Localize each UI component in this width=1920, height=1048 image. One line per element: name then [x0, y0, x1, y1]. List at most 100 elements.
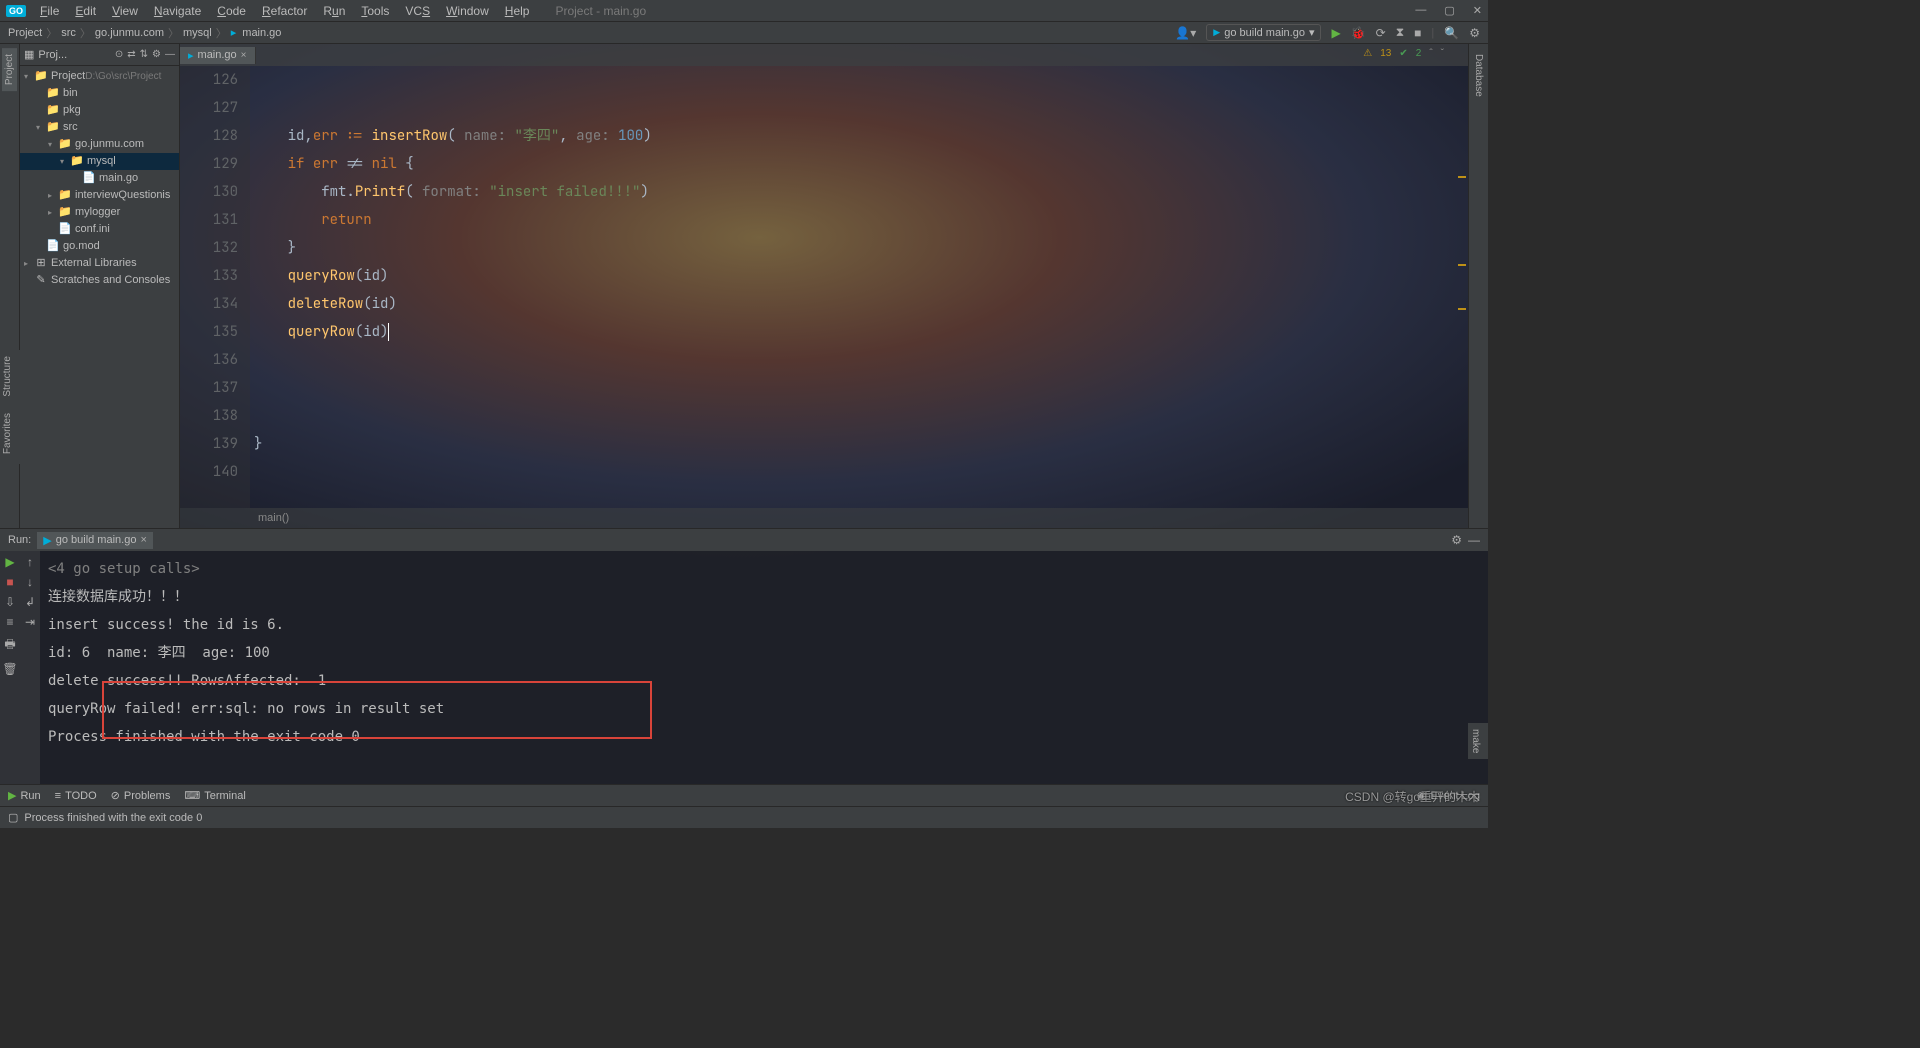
gear-icon[interactable]: ⚙ [1451, 533, 1462, 547]
run-bottom-tab[interactable]: ▶Run [8, 789, 41, 802]
tree-row[interactable]: ▾📁src [20, 119, 179, 136]
coverage-button[interactable]: ⟳ [1376, 26, 1386, 40]
editor-breadcrumb[interactable]: main() [180, 508, 1468, 528]
tree-row[interactable]: ▸⊞External Libraries [20, 255, 179, 272]
up-icon[interactable]: ↑ [27, 555, 33, 569]
check-icon: ✔ [1399, 48, 1407, 59]
menu-help[interactable]: Help [499, 2, 536, 20]
tree-row[interactable]: ▾📁mysql [20, 153, 179, 170]
menu-navigate[interactable]: Navigate [148, 2, 207, 20]
tree-row[interactable]: 📁pkg [20, 102, 179, 119]
terminal-bottom-tab[interactable]: ⌨Terminal [184, 789, 245, 802]
tree-row[interactable]: 📄main.go [20, 170, 179, 187]
breadcrumb: Project〉 src〉 go.junmu.com〉 mysql〉 ▸ mai… [8, 25, 281, 41]
search-icon[interactable]: 🔍 [1444, 26, 1459, 40]
tree-row[interactable]: ▸📁interviewQuestionis [20, 187, 179, 204]
favorites-tool-tab[interactable]: Favorites [0, 407, 15, 460]
menu-view[interactable]: View [106, 2, 144, 20]
hide-icon[interactable]: — [1468, 533, 1480, 547]
tree-row[interactable]: ▸📁mylogger [20, 204, 179, 221]
run-tab[interactable]: ▶ go build main.go × [37, 532, 153, 549]
go-run-icon: ▶ [1213, 27, 1220, 38]
project-icon: ▦ [24, 48, 34, 61]
close-icon[interactable]: × [241, 50, 247, 61]
select-opened-icon[interactable]: ⊙ [115, 49, 123, 60]
inspections-widget[interactable]: ⚠ 13 ✔ 2 ˆ ˇ [1363, 48, 1444, 59]
menu-file[interactable]: File [34, 2, 65, 20]
menu-edit[interactable]: Edit [69, 2, 102, 20]
structure-tool-tab[interactable]: Structure [0, 350, 15, 403]
project-panel: ▦ Proj... ⊙ ⇄ ⇅ ⚙ — ▾📁Project D:\Go\src\… [20, 44, 180, 528]
project-title: Proj... [38, 49, 110, 61]
run-button[interactable]: ▶ [1331, 26, 1340, 40]
menu-code[interactable]: Code [211, 2, 252, 20]
tree-row[interactable]: 📄conf.ini [20, 221, 179, 238]
project-tool-tab[interactable]: Project [2, 48, 17, 91]
breadcrumb-item[interactable]: main.go [242, 27, 281, 39]
console-output[interactable]: <4 go setup calls>连接数据库成功！！！insert succe… [40, 551, 1488, 784]
chevron-down-icon: ▾ [1309, 26, 1315, 39]
editor-tab[interactable]: ▸ main.go × [180, 47, 256, 64]
pause-icon[interactable]: ⇩ [5, 595, 15, 609]
trash-icon[interactable]: 🗑 [2, 662, 17, 676]
rerun-button[interactable]: ▶ [5, 555, 14, 569]
breadcrumb-item[interactable]: mysql [183, 27, 212, 39]
go-file-icon: ▸ [188, 49, 194, 62]
stop-button[interactable]: ■ [6, 575, 13, 589]
menu-run[interactable]: Run [317, 2, 351, 20]
scroll-icon[interactable]: ⇥ [25, 615, 35, 629]
tree-row[interactable]: ✎Scratches and Consoles [20, 272, 179, 289]
expand-icon[interactable]: ⇄ [127, 49, 135, 60]
breadcrumb-item[interactable]: go.junmu.com [95, 27, 164, 39]
error-stripe[interactable] [1454, 66, 1466, 506]
problems-bottom-tab[interactable]: ⊘Problems [111, 789, 171, 802]
pass-count: 2 [1416, 48, 1422, 59]
stop-button[interactable]: ■ [1414, 26, 1421, 40]
maximize-button[interactable]: ▢ [1444, 4, 1454, 17]
down-icon[interactable]: ↓ [27, 575, 33, 589]
project-tree[interactable]: ▾📁Project D:\Go\src\Project📁bin📁pkg▾📁src… [20, 66, 179, 528]
menu-vcs[interactable]: VCS [399, 2, 436, 20]
gutter[interactable]: 1261271281291301311321331341351361371381… [180, 66, 250, 508]
gear-icon[interactable]: ⚙ [152, 49, 161, 60]
breadcrumb-item[interactable]: src [61, 27, 76, 39]
layout-icon[interactable]: ≡ [6, 615, 13, 629]
tree-row[interactable]: ▾📁Project D:\Go\src\Project [20, 68, 179, 85]
window-title: Project - main.go [535, 4, 1415, 18]
tree-row[interactable]: 📄go.mod [20, 238, 179, 255]
wrap-icon[interactable]: ↲ [25, 595, 35, 609]
profile-button[interactable]: ⧗ [1396, 25, 1404, 40]
code-area[interactable]: id,err := insertRow( name: "李四", age: 10… [250, 66, 1468, 508]
run-config-selector[interactable]: ▶ go build main.go ▾ [1206, 24, 1321, 41]
make-tool-tab[interactable]: make [1468, 723, 1483, 759]
editor-body[interactable]: 1261271281291301311321331341351361371381… [180, 66, 1468, 508]
menu-refactor[interactable]: Refactor [256, 2, 313, 20]
close-icon[interactable]: × [140, 534, 146, 546]
breadcrumb-item[interactable]: Project [8, 27, 42, 39]
menu-tools[interactable]: Tools [355, 2, 395, 20]
database-tool-tab[interactable]: Database [1471, 48, 1486, 103]
warning-icon: ⚠ [1363, 48, 1372, 59]
user-icon[interactable]: 👤▾ [1175, 26, 1196, 40]
tree-row[interactable]: ▾📁go.junmu.com [20, 136, 179, 153]
collapse-icon[interactable]: ⇅ [140, 49, 148, 60]
debug-button[interactable]: 🐞 [1351, 26, 1366, 40]
status-icon[interactable]: ▢ [8, 811, 18, 824]
hide-icon[interactable]: — [165, 49, 175, 60]
navigation-bar: Project〉 src〉 go.junmu.com〉 mysql〉 ▸ mai… [0, 22, 1488, 44]
todo-bottom-tab[interactable]: ≡TODO [55, 790, 97, 802]
prev-highlight-icon[interactable]: ˆ [1429, 48, 1432, 59]
next-highlight-icon[interactable]: ˇ [1441, 48, 1444, 59]
go-badge-icon: GO [6, 5, 26, 17]
menu-window[interactable]: Window [440, 2, 495, 20]
minimize-button[interactable]: — [1415, 4, 1426, 17]
go-run-icon: ▶ [43, 534, 51, 547]
status-bar: ▢ Process finished with the exit code 0 [0, 806, 1488, 828]
tree-row[interactable]: 📁bin [20, 85, 179, 102]
pin-icon[interactable]: 🖶 [4, 635, 15, 656]
gear-icon[interactable]: ⚙ [1469, 26, 1480, 40]
editor-tabs: ▸ main.go × [180, 44, 1468, 66]
run-panel: Run: ▶ go build main.go × ⚙ — ▶ ■ ⇩ ≡ 🖶 … [0, 528, 1488, 784]
close-button[interactable]: ✕ [1473, 4, 1482, 17]
title-bar: GO File Edit View Navigate Code Refactor… [0, 0, 1488, 22]
